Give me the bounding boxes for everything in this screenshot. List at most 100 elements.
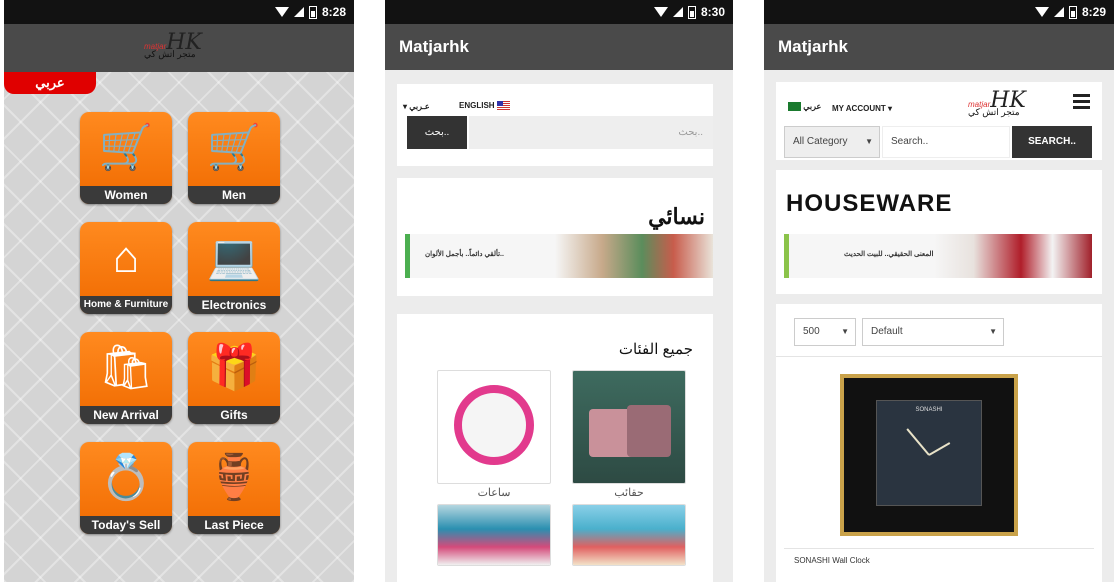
category-dropdown-value: All Category <box>793 136 848 147</box>
category-dropdown[interactable]: All Category ▼ <box>784 126 880 158</box>
category-header-card: HOUSEWARE المعنى الحقيقي.. للبيت الحديث … <box>776 170 1102 294</box>
battery-icon <box>308 5 317 19</box>
tile-last-piece[interactable]: 🏺 Last Piece <box>188 442 280 534</box>
wifi-icon <box>653 7 668 17</box>
tile-label: Gifts <box>188 406 280 424</box>
tile-men[interactable]: 🛒 Men <box>188 112 280 204</box>
shoes-photo <box>438 505 550 565</box>
tile-label: Today's Sell <box>80 516 172 534</box>
status-time: 8:28 <box>321 5 346 19</box>
categories-title: جميع الفئات <box>618 341 693 358</box>
category-thumb-shoes[interactable] <box>437 504 551 566</box>
tile-label: Last Piece <box>188 516 280 534</box>
search-button[interactable]: SEARCH.. <box>1012 126 1092 158</box>
sort-select[interactable]: Default ▼ <box>862 318 1004 346</box>
tile-label: Men <box>188 186 280 204</box>
tile-gifts[interactable]: 🎁 Gifts <box>188 332 280 424</box>
logo-arabic: متجر اتش كي <box>144 49 196 59</box>
product-image-clock[interactable]: SONASHI <box>840 374 1018 536</box>
category-header-card: نسائي تألقي دائماً.. بأجمل الألوان.. <box>397 178 713 296</box>
language-selector-ar[interactable]: عربي <box>788 102 822 112</box>
promo-banner[interactable]: تألقي دائماً.. بأجمل الألوان.. <box>405 234 713 278</box>
app-header: matjarHK متجر اتش كي <box>4 24 354 72</box>
clock-hand <box>928 442 951 456</box>
hamburger-menu-icon[interactable] <box>1073 94 1090 109</box>
language-selector-en[interactable]: ENGLISH <box>459 101 510 111</box>
vase-icon: 🏺 <box>206 453 262 502</box>
phone-screen-home: 8:28 matjarHK متجر اتش كي عربي 🛒 Women 🛒… <box>4 0 354 582</box>
clock-brand: SONASHI <box>915 407 943 413</box>
bag-icon <box>627 405 671 457</box>
chevron-down-icon: ▼ <box>841 327 849 336</box>
tile-home-furniture[interactable]: ⌂ Home & Furniture <box>80 222 172 314</box>
lang-en-label: ENGLISH <box>459 101 495 110</box>
section-title: نسائي <box>648 204 705 229</box>
shopping-cart-icon: 🛒 <box>98 123 154 172</box>
section-title: HOUSEWARE <box>786 190 953 217</box>
category-thumb-watches[interactable] <box>437 370 551 484</box>
app-bar-title: Matjarhk <box>385 24 733 70</box>
tile-women[interactable]: 🛒 Women <box>80 112 172 204</box>
status-time: 8:30 <box>700 5 725 19</box>
tile-label: Home & Furniture <box>80 296 172 314</box>
ring-icon: 💍 <box>98 453 154 502</box>
house-icon: ⌂ <box>112 233 140 282</box>
phone-screen-women: 8:30 Matjarhk ▾ عـربي ENGLISH بحث.. بحث.… <box>385 0 733 582</box>
us-flag-icon <box>496 101 510 111</box>
tile-new-arrival[interactable]: 🛍 New Arrival <box>80 332 172 424</box>
page-content: عربي MY ACCOUNT ▾ matjarHK متجر اتش كي A… <box>764 70 1114 582</box>
clock-face: SONASHI <box>876 400 982 506</box>
sort-value: Default <box>871 326 903 337</box>
language-selector-ar[interactable]: ▾ عـربي <box>403 102 430 111</box>
battery-icon <box>687 5 696 19</box>
laptop-icon: 💻 <box>206 233 262 282</box>
divider <box>784 548 1094 549</box>
app-bar-title: Matjarhk <box>764 24 1114 70</box>
banner-image <box>555 234 713 278</box>
lang-ar-label: عربي <box>803 102 822 111</box>
logo-arabic: متجر اتش كي <box>968 107 1020 117</box>
tile-label: New Arrival <box>80 406 172 424</box>
status-bar: 8:28 <box>4 0 354 24</box>
page-size-value: 500 <box>803 326 820 337</box>
signal-icon <box>672 7 683 17</box>
lang-ar-label: عـربي <box>409 102 430 111</box>
saudi-flag-icon <box>788 102 801 112</box>
status-bar: 8:30 <box>385 0 733 24</box>
brand-logo[interactable]: matjarHK متجر اتش كي <box>968 88 1026 118</box>
tile-electronics[interactable]: 💻 Electronics <box>188 222 280 314</box>
home-grid: عربي 🛒 Women 🛒 Men ⌂ Home & Furniture 💻 … <box>4 72 354 582</box>
wifi-icon <box>274 7 289 17</box>
product-name[interactable]: SONASHI Wall Clock <box>794 556 870 565</box>
category-thumb-sunglasses[interactable] <box>572 504 686 566</box>
chevron-down-icon: ▼ <box>989 327 997 336</box>
my-account-menu[interactable]: MY ACCOUNT ▾ <box>832 104 892 113</box>
tile-label: Women <box>80 186 172 204</box>
signal-icon <box>1053 7 1064 17</box>
top-bar: عربي MY ACCOUNT ▾ matjarHK متجر اتش كي A… <box>776 82 1102 160</box>
divider <box>776 356 1102 357</box>
gift-icon: 🎁 <box>206 343 262 392</box>
sunglasses-photo <box>573 505 685 565</box>
brand-logo[interactable]: matjarHK متجر اتش كي <box>144 30 202 60</box>
phone-screen-houseware: 8:29 Matjarhk عربي MY ACCOUNT ▾ matjarHK… <box>764 0 1114 582</box>
search-input[interactable]: Search.. <box>882 126 1010 158</box>
clock-hand <box>906 428 930 456</box>
tile-todays-sell[interactable]: 💍 Today's Sell <box>80 442 172 534</box>
status-bar: 8:29 <box>764 0 1114 24</box>
banner-text: المعنى الحقيقي.. للبيت الحديث .. <box>844 251 939 258</box>
battery-icon <box>1068 5 1077 19</box>
search-button[interactable]: بحث.. <box>407 116 467 149</box>
category-thumb-bags[interactable] <box>572 370 686 484</box>
tile-label: Electronics <box>188 296 280 314</box>
language-toggle-button[interactable]: عربي <box>4 72 96 94</box>
search-input[interactable]: بحث.. <box>469 116 713 149</box>
banner-text: تألقي دائماً.. بأجمل الألوان.. <box>425 251 504 258</box>
status-time: 8:29 <box>1081 5 1106 19</box>
promo-banner[interactable]: المعنى الحقيقي.. للبيت الحديث .. <box>784 234 1092 278</box>
category-label: ساعات <box>477 487 511 499</box>
account-label: MY ACCOUNT <box>832 104 886 113</box>
shopping-cart-icon: 🛒 <box>206 123 262 172</box>
product-list-card: 500 ▼ Default ▼ SONASHI SONASHI Wall Clock <box>776 304 1102 582</box>
page-size-select[interactable]: 500 ▼ <box>794 318 856 346</box>
